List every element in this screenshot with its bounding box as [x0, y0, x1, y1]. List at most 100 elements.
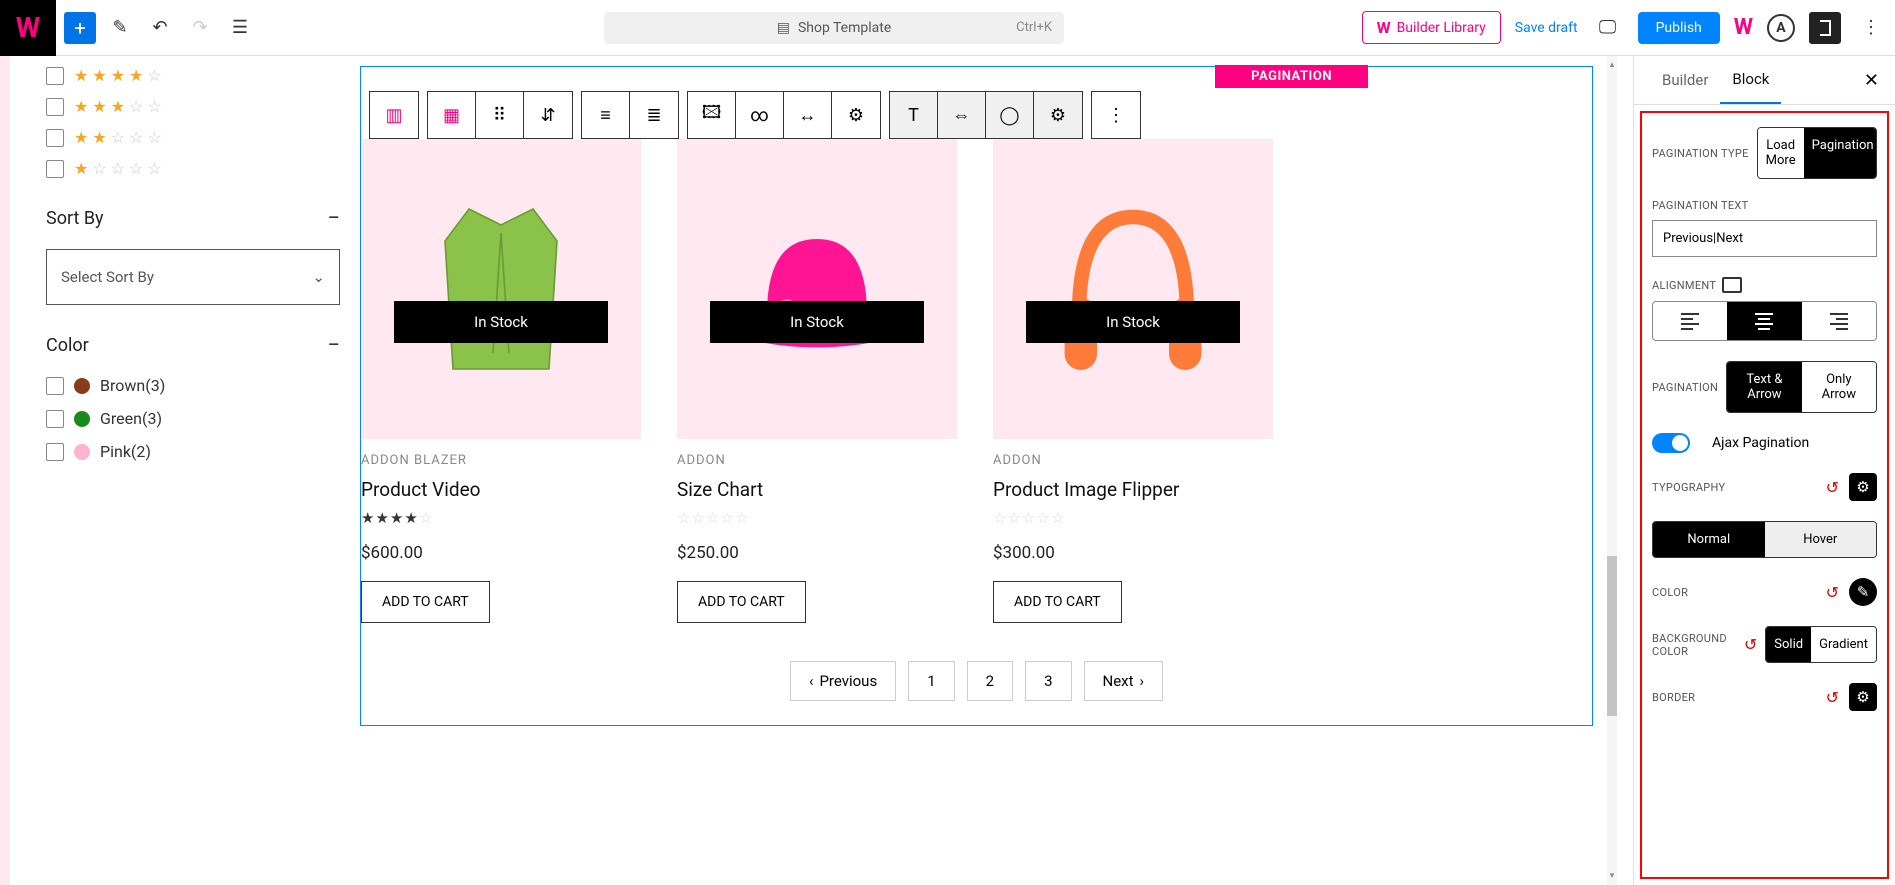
- sliders-icon[interactable]: ⚙: [832, 92, 880, 138]
- only-arrow-option[interactable]: Only Arrow: [1802, 362, 1876, 412]
- filters-sidebar: ★★★★☆ ★★★☆☆ ★★☆☆☆ ★☆☆☆☆ Sort By− Select …: [0, 56, 360, 885]
- loop-icon[interactable]: ∞: [736, 92, 784, 138]
- stock-badge: In Stock: [394, 301, 608, 343]
- load-more-option[interactable]: Load More: [1758, 128, 1804, 178]
- panel-toggle-icon[interactable]: [1809, 12, 1841, 44]
- align-left-button[interactable]: [1653, 302, 1727, 340]
- app-logo[interactable]: W: [0, 0, 56, 56]
- sort-by-header[interactable]: Sort By−: [46, 206, 340, 231]
- color-header[interactable]: Color−: [46, 333, 340, 358]
- bg-reset-icon[interactable]: ↺: [1744, 635, 1757, 654]
- align-right-button[interactable]: [1802, 302, 1876, 340]
- text-arrow-option[interactable]: Text & Arrow: [1727, 362, 1801, 412]
- edit-icon[interactable]: ✎: [104, 12, 136, 44]
- ajax-toggle[interactable]: [1652, 433, 1690, 453]
- color-palette-icon[interactable]: ◯: [986, 92, 1034, 138]
- solid-option[interactable]: Solid: [1766, 627, 1811, 662]
- add-to-cart-button[interactable]: ADD TO CART: [993, 581, 1122, 623]
- stock-badge: In Stock: [1026, 301, 1240, 343]
- move-icon[interactable]: ⇵: [524, 92, 572, 138]
- top-toolbar: W + ✎ ↶ ↷ ☰ ▤ Shop Template Ctrl+K WBuil…: [0, 0, 1895, 56]
- publish-button[interactable]: Publish: [1638, 12, 1720, 44]
- product-rating: ☆☆☆☆☆: [993, 509, 1273, 527]
- drag-icon[interactable]: ⠿: [476, 92, 524, 138]
- pagination-type-label: PAGINATION TYPE: [1652, 147, 1749, 160]
- spacing-icon[interactable]: ⇔: [938, 92, 986, 138]
- pagination-style-label: PAGINATION: [1652, 381, 1718, 394]
- close-panel-icon[interactable]: ✕: [1864, 70, 1879, 91]
- color-filter-green[interactable]: Green(3): [46, 409, 340, 428]
- align-center-icon[interactable]: ≡: [582, 92, 630, 138]
- settings-panel: Builder Block ✕ PAGINATION TYPE Load Mor…: [1633, 56, 1895, 885]
- text-style-icon[interactable]: T: [890, 92, 938, 138]
- page-selector[interactable]: ▤ Shop Template Ctrl+K: [604, 12, 1064, 44]
- bg-color-label: BACKGROUND COLOR: [1652, 632, 1742, 658]
- next-button[interactable]: Next›: [1084, 661, 1164, 701]
- product-rating: ★★★★☆: [361, 509, 641, 527]
- save-draft-link[interactable]: Save draft: [1515, 20, 1578, 36]
- state-normal-tab[interactable]: Normal: [1653, 522, 1765, 557]
- layout-icon[interactable]: ▦: [428, 92, 476, 138]
- device-preview-icon[interactable]: 🖵: [1592, 12, 1624, 44]
- color-label: COLOR: [1652, 586, 1688, 599]
- pagination-text-input[interactable]: [1652, 220, 1877, 257]
- align-center-button[interactable]: [1727, 302, 1801, 340]
- product-title[interactable]: Product Image Flipper: [993, 478, 1273, 501]
- border-settings-icon[interactable]: ⚙: [1849, 683, 1877, 711]
- add-to-cart-button[interactable]: ADD TO CART: [677, 581, 806, 623]
- image-icon[interactable]: 🖾: [688, 92, 736, 138]
- state-hover-tab[interactable]: Hover: [1765, 522, 1877, 557]
- editor-canvas: PAGINATION ▥ ▦ ⠿ ⇵ ≡ ≣ 🖾 ∞ ↔ ⚙: [360, 56, 1633, 885]
- border-label: BORDER: [1652, 691, 1695, 704]
- product-card: In Stock ADDON Product Image Flipper ☆☆☆…: [993, 139, 1273, 623]
- gradient-option[interactable]: Gradient: [1811, 627, 1876, 662]
- tab-builder[interactable]: Builder: [1650, 57, 1720, 103]
- product-title[interactable]: Product Video: [361, 478, 641, 501]
- product-price: $250.00: [677, 543, 957, 563]
- stock-badge: In Stock: [710, 301, 924, 343]
- product-title[interactable]: Size Chart: [677, 478, 957, 501]
- rating-filter-2[interactable]: ★★☆☆☆: [46, 128, 340, 147]
- rating-filter-1[interactable]: ★☆☆☆☆: [46, 159, 340, 178]
- ajax-label: Ajax Pagination: [1712, 435, 1809, 451]
- color-picker-icon[interactable]: ✎: [1849, 578, 1877, 606]
- canvas-scrollbar[interactable]: ▴ ▾: [1607, 56, 1617, 885]
- width-icon[interactable]: ↔: [784, 92, 832, 138]
- add-to-cart-button[interactable]: ADD TO CART: [361, 581, 490, 623]
- color-filter-brown[interactable]: Brown(3): [46, 376, 340, 395]
- typography-label: TYPOGRAPHY: [1652, 481, 1725, 494]
- pagination: ‹Previous 1 2 3 Next›: [361, 661, 1592, 701]
- color-reset-icon[interactable]: ↺: [1826, 583, 1839, 602]
- page-1-button[interactable]: 1: [908, 661, 954, 701]
- product-category: ADDON: [677, 453, 957, 468]
- columns-icon[interactable]: ▥: [370, 92, 418, 138]
- color-filter-pink[interactable]: Pink(2): [46, 442, 340, 461]
- page-2-button[interactable]: 2: [967, 661, 1013, 701]
- more-menu-icon[interactable]: ⋮: [1855, 12, 1887, 44]
- prev-button[interactable]: ‹Previous: [790, 661, 896, 701]
- rating-filter-4[interactable]: ★★★★☆: [46, 66, 340, 85]
- alignment-label: ALIGNMENT: [1652, 277, 1877, 293]
- product-price: $600.00: [361, 543, 641, 563]
- circle-a-icon[interactable]: A: [1767, 14, 1795, 42]
- align-left-icon[interactable]: ≣: [630, 92, 678, 138]
- sort-select[interactable]: Select Sort By⌄: [46, 249, 340, 305]
- page-3-button[interactable]: 3: [1025, 661, 1071, 701]
- responsive-icon[interactable]: [1722, 277, 1742, 293]
- outline-icon[interactable]: ☰: [224, 12, 256, 44]
- block-badge: PAGINATION: [1215, 65, 1368, 88]
- shop-icon[interactable]: W: [1734, 15, 1753, 40]
- block-more-icon[interactable]: ⋮: [1092, 92, 1140, 138]
- undo-icon[interactable]: ↶: [144, 12, 176, 44]
- border-reset-icon[interactable]: ↺: [1826, 688, 1839, 707]
- typography-reset-icon[interactable]: ↺: [1826, 478, 1839, 497]
- add-block-button[interactable]: +: [64, 12, 96, 44]
- block-toolbar: ▥ ▦ ⠿ ⇵ ≡ ≣ 🖾 ∞ ↔ ⚙ T ⇔: [369, 91, 1141, 139]
- redo-icon[interactable]: ↷: [184, 12, 216, 44]
- builder-library-button[interactable]: WBuilder Library: [1362, 11, 1501, 44]
- rating-filter-3[interactable]: ★★★☆☆: [46, 97, 340, 116]
- settings-gear-icon[interactable]: ⚙: [1034, 92, 1082, 138]
- tab-block[interactable]: Block: [1720, 56, 1781, 104]
- typography-settings-icon[interactable]: ⚙: [1849, 473, 1877, 501]
- pagination-option[interactable]: Pagination: [1804, 128, 1877, 178]
